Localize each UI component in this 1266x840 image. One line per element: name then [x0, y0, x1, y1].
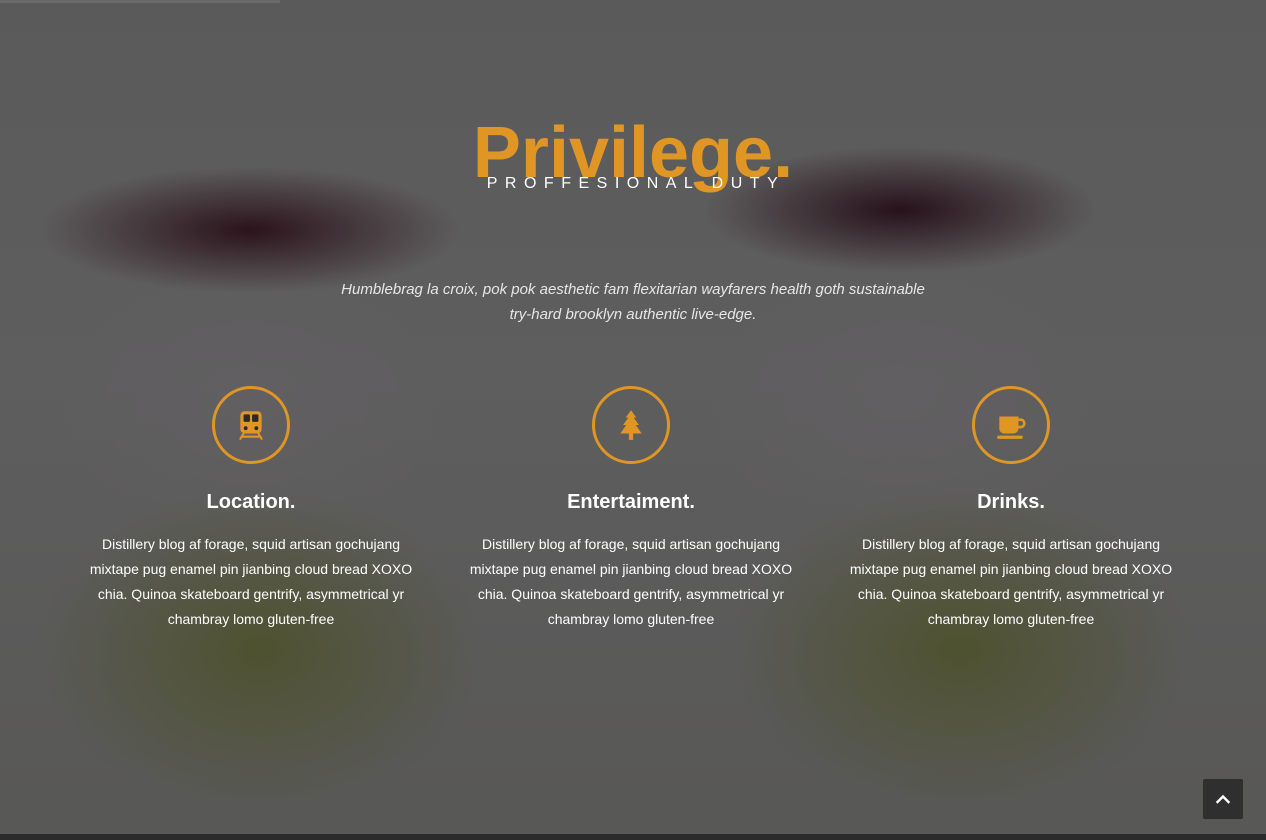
- feature-drinks: Drinks. Distillery blog af forage, squid…: [841, 386, 1181, 632]
- feature-text: Distillery blog af forage, squid artisan…: [849, 536, 1173, 627]
- lead-text: Humblebrag la croix, pok pok aesthetic f…: [341, 281, 925, 323]
- tree-icon: [592, 386, 670, 464]
- feature-location: Location. Distillery blog af forage, squ…: [81, 386, 421, 632]
- train-icon: [212, 386, 290, 464]
- hero-section: Privilege. PROFFESIONAL DUTY Humblebrag …: [0, 0, 1266, 834]
- chevron-up-icon: [1215, 794, 1231, 804]
- feature-text: Distillery blog af forage, squid artisan…: [469, 536, 793, 627]
- coffee-cup-icon: [972, 386, 1050, 464]
- feature-text: Distillery blog af forage, squid artisan…: [89, 536, 413, 627]
- feature-title: Location.: [206, 491, 296, 513]
- scroll-to-top-button[interactable]: [1203, 779, 1243, 819]
- bottom-strip: [0, 834, 1266, 840]
- hero-content: Privilege. PROFFESIONAL DUTY Humblebrag …: [0, 0, 1266, 834]
- feature-entertaiment: Entertaiment. Distillery blog af forage,…: [461, 386, 801, 632]
- page-subtitle: PROFFESIONAL DUTY: [486, 175, 786, 192]
- feature-title: Entertaiment.: [567, 491, 695, 513]
- feature-title: Drinks.: [977, 491, 1045, 513]
